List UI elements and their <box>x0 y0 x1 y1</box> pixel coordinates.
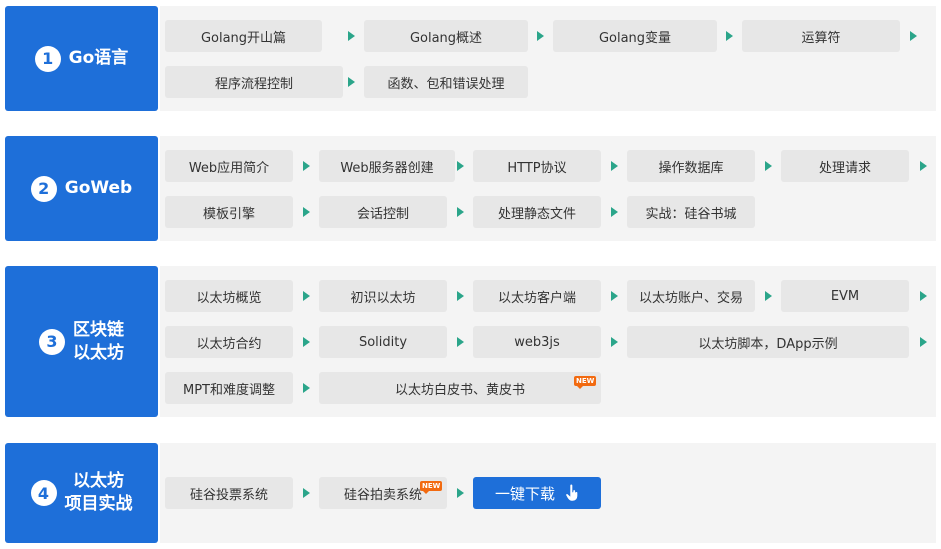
triangle-right-icon <box>457 161 464 171</box>
section-ethereum-project: 4 以太坊 项目实战 硅谷投票系统 硅谷拍卖系统 NEW 一键下载 <box>5 443 936 543</box>
course-item[interactable]: 函数、包和错误处理 <box>364 66 528 98</box>
section-body: 硅谷投票系统 硅谷拍卖系统 NEW 一键下载 <box>160 443 936 543</box>
course-item[interactable]: Solidity <box>319 326 447 358</box>
section-title: 区块链 以太坊 <box>73 319 124 363</box>
course-item[interactable]: Golang概述 <box>364 20 528 52</box>
course-item[interactable]: MPT和难度调整 <box>165 372 293 404</box>
course-item[interactable]: 初识以太坊 <box>319 280 447 312</box>
triangle-right-icon <box>348 31 355 41</box>
download-label: 一键下载 <box>494 484 555 503</box>
section-number: 3 <box>39 328 65 355</box>
course-item[interactable]: 以太坊概览 <box>165 280 293 312</box>
course-item[interactable]: Golang开山篇 <box>165 20 322 52</box>
triangle-right-icon <box>920 291 927 301</box>
course-item[interactable]: 以太坊账户、交易 <box>627 280 755 312</box>
course-item[interactable]: Web应用简介 <box>165 150 293 182</box>
section-title: Go语言 <box>68 48 129 68</box>
section-header: 4 以太坊 项目实战 <box>5 443 158 543</box>
course-item[interactable]: 以太坊合约 <box>165 326 293 358</box>
course-item[interactable]: HTTP协议 <box>473 150 601 182</box>
section-number: 1 <box>34 45 61 72</box>
section-number: 2 <box>30 175 57 202</box>
course-item[interactable]: Golang变量 <box>553 20 717 52</box>
course-item[interactable]: 以太坊客户端 <box>473 280 601 312</box>
section-body: Golang开山篇 Golang概述 Golang变量 运算符 程序流程控制 函… <box>160 6 936 111</box>
course-item[interactable]: 操作数据库 <box>627 150 755 182</box>
triangle-right-icon <box>303 161 310 171</box>
section-header: 3 区块链 以太坊 <box>5 266 158 417</box>
new-badge: NEW <box>574 376 597 389</box>
section-title: 以太坊 项目实战 <box>64 471 133 514</box>
triangle-right-icon <box>765 161 772 171</box>
new-badge: NEW <box>420 481 443 494</box>
triangle-right-icon <box>303 337 310 347</box>
hand-pointer-icon <box>565 484 579 502</box>
triangle-right-icon <box>910 31 917 41</box>
course-item[interactable]: 运算符 <box>742 20 900 52</box>
triangle-right-icon <box>303 488 310 498</box>
section-blockchain-ethereum: 3 区块链 以太坊 以太坊概览 初识以太坊 以太坊客户端 以太坊账户、交易 EVM… <box>5 266 936 417</box>
course-item[interactable]: 以太坊白皮书、黄皮书 <box>319 372 601 404</box>
triangle-right-icon <box>457 207 464 217</box>
triangle-right-icon <box>457 291 464 301</box>
course-item[interactable]: 会话控制 <box>319 196 447 228</box>
triangle-right-icon <box>611 207 618 217</box>
course-item[interactable]: 硅谷投票系统 <box>165 477 293 509</box>
section-header: 2 GoWeb <box>5 136 158 241</box>
course-item[interactable]: 以太坊脚本，DApp示例 <box>627 326 909 358</box>
triangle-right-icon <box>303 383 310 393</box>
section-number: 4 <box>30 480 57 506</box>
triangle-right-icon <box>348 77 355 87</box>
triangle-right-icon <box>920 161 927 171</box>
course-item[interactable]: 处理请求 <box>781 150 909 182</box>
triangle-right-icon <box>611 161 618 171</box>
course-item[interactable]: Web服务器创建 <box>319 150 455 182</box>
triangle-right-icon <box>611 291 618 301</box>
course-item[interactable]: EVM <box>781 280 909 312</box>
course-item[interactable]: 处理静态文件 <box>473 196 601 228</box>
section-title: GoWeb <box>64 178 133 198</box>
triangle-right-icon <box>457 488 464 498</box>
triangle-right-icon <box>457 337 464 347</box>
course-item[interactable]: 模板引擎 <box>165 196 293 228</box>
section-body: Web应用简介 Web服务器创建 HTTP协议 操作数据库 处理请求 模板引擎 … <box>160 136 936 241</box>
course-item[interactable]: web3js <box>473 326 601 358</box>
download-button[interactable]: 一键下载 <box>473 477 601 509</box>
triangle-right-icon <box>303 207 310 217</box>
triangle-right-icon <box>765 291 772 301</box>
triangle-right-icon <box>726 31 733 41</box>
section-body: 以太坊概览 初识以太坊 以太坊客户端 以太坊账户、交易 EVM 以太坊合约 So… <box>160 266 936 417</box>
section-goweb: 2 GoWeb Web应用简介 Web服务器创建 HTTP协议 操作数据库 处理… <box>5 136 936 241</box>
course-item[interactable]: 实战：硅谷书城 <box>627 196 755 228</box>
triangle-right-icon <box>611 337 618 347</box>
triangle-right-icon <box>303 291 310 301</box>
triangle-right-icon <box>920 337 927 347</box>
section-header: 1 Go语言 <box>5 6 158 111</box>
course-item[interactable]: 程序流程控制 <box>165 66 343 98</box>
triangle-right-icon <box>537 31 544 41</box>
section-go-language: 1 Go语言 Golang开山篇 Golang概述 Golang变量 运算符 程… <box>5 6 936 111</box>
